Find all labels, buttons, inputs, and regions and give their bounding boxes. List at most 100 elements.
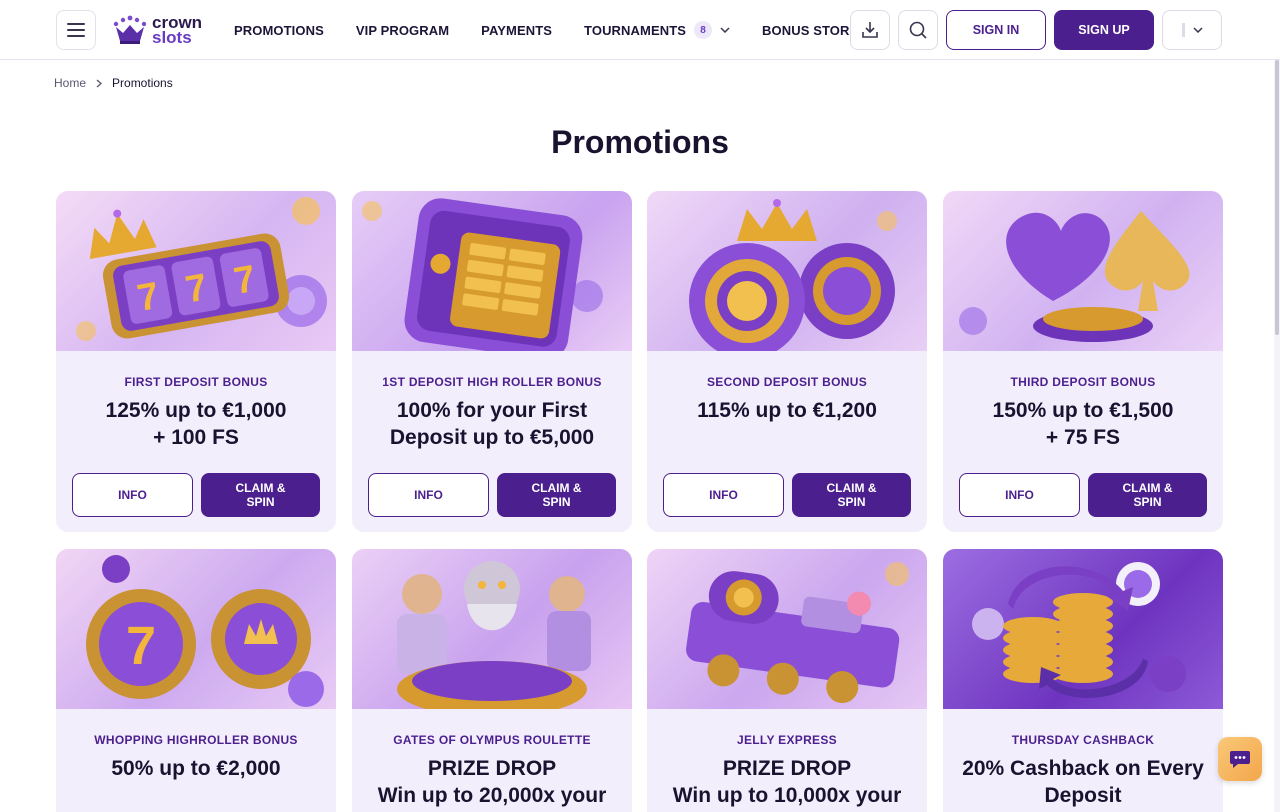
claim-line-1: CLAIM & — [235, 481, 286, 495]
search-icon — [909, 21, 927, 39]
train-icon[interactable] — [647, 549, 927, 709]
claim-line-1: CLAIM & — [1122, 481, 1173, 495]
search-button[interactable] — [898, 10, 938, 50]
promo-card-high-roller: 1ST DEPOSIT HIGH ROLLER BONUS 100% for y… — [352, 191, 632, 532]
promo-card-whopping-highroller: 7 WHOPPING HIGHROLLER BONUS 50% up to €2… — [56, 549, 336, 812]
promo-card-body: FIRST DEPOSIT BONUS 125% up to €1,000 + … — [56, 351, 336, 451]
site-header: crown slots PROMOTIONS VIP PROGRAM PAYME… — [0, 0, 1280, 60]
info-button[interactable]: INFO — [368, 473, 489, 517]
nav-bonus-store[interactable]: BONUS STORE — [762, 23, 858, 38]
tournaments-count-badge: 8 — [694, 21, 713, 39]
breadcrumb-home-link[interactable]: Home — [54, 76, 86, 90]
promo-label: THURSDAY CASHBACK — [1011, 733, 1155, 747]
gold-vault-icon[interactable] — [352, 191, 632, 351]
promo-title-line-1: 50% up to €2,000 — [111, 757, 281, 780]
promo-title-line-1: 100% for your First — [396, 399, 588, 422]
claim-and-spin-button[interactable]: CLAIM & SPIN — [201, 473, 320, 517]
promo-label: FIRST DEPOSIT BONUS — [124, 375, 268, 389]
promo-title: 115% up to €1,200 — [647, 397, 927, 424]
promo-card-body: SECOND DEPOSIT BONUS 115% up to €1,200 — [647, 351, 927, 424]
promo-label: SECOND DEPOSIT BONUS — [706, 375, 868, 389]
promo-title: 125% up to €1,000 + 100 FS — [56, 397, 336, 451]
promo-title-line-2: + 100 FS — [153, 426, 239, 449]
promo-title-line-2: Deposit up to €5,000 — [389, 426, 595, 449]
promo-label: THIRD DEPOSIT BONUS — [1010, 375, 1156, 389]
promo-title: 100% for your First Deposit up to €5,000 — [352, 397, 632, 451]
promo-card-third-deposit: THIRD DEPOSIT BONUS 150% up to €1,500 + … — [943, 191, 1223, 532]
breadcrumb: Home Promotions — [54, 76, 173, 90]
logo-wordmark: crown slots — [152, 14, 202, 46]
promo-title: 150% up to €1,500 + 75 FS — [943, 397, 1223, 451]
promo-actions: INFO CLAIM & SPIN — [663, 473, 911, 517]
promo-card-jelly-express: JELLY EXPRESS PRIZE DROP Win up to 10,00… — [647, 549, 927, 812]
nav-vip-program[interactable]: VIP PROGRAM — [356, 23, 449, 38]
promo-label: GATES OF OLYMPUS ROULETTE — [393, 733, 591, 747]
claim-and-spin-button[interactable]: CLAIM & SPIN — [497, 473, 616, 517]
info-button[interactable]: INFO — [663, 473, 784, 517]
promo-card-body: THURSDAY CASHBACK 20% Cashback on Every … — [943, 709, 1223, 809]
crownslots-logo[interactable]: crown slots — [112, 13, 202, 47]
olympus-roulette-icon[interactable] — [352, 549, 632, 709]
promo-card-body: JELLY EXPRESS PRIZE DROP Win up to 10,00… — [647, 709, 927, 809]
svg-text:7: 7 — [126, 616, 156, 676]
promo-card-body: WHOPPING HIGHROLLER BONUS 50% up to €2,0… — [56, 709, 336, 782]
promo-title-line-2: Win up to 20,000x your — [377, 784, 607, 807]
promo-title-line-1: PRIZE DROP — [427, 757, 557, 780]
scrollbar-thumb[interactable] — [1275, 60, 1279, 335]
promo-label: 1ST DEPOSIT HIGH ROLLER BONUS — [382, 375, 602, 389]
promo-title-line-2: Deposit — [1044, 784, 1122, 807]
sign-in-button[interactable]: SIGN IN — [946, 10, 1046, 50]
promo-title-line-1: 125% up to €1,000 — [105, 399, 287, 422]
promo-title: 20% Cashback on Every Deposit — [943, 755, 1223, 809]
promo-title: 50% up to €2,000 — [56, 755, 336, 782]
hamburger-menu-button[interactable] — [56, 10, 96, 50]
breadcrumb-current: Promotions — [112, 76, 173, 90]
nav-tournaments-label: TOURNAMENTS — [584, 22, 687, 38]
claim-line-2: SPIN — [246, 495, 275, 509]
nav-tournaments[interactable]: TOURNAMENTS 8 — [584, 21, 730, 39]
crown-logo-icon — [113, 15, 147, 44]
info-button[interactable]: INFO — [959, 473, 1080, 517]
chat-icon — [1230, 751, 1250, 768]
download-app-button[interactable] — [850, 10, 890, 50]
coins-cashback-icon[interactable] — [943, 549, 1223, 709]
heart-spade-icon[interactable] — [943, 191, 1223, 351]
promo-title: PRIZE DROP Win up to 10,000x your — [647, 755, 927, 809]
claim-and-spin-button[interactable]: CLAIM & SPIN — [792, 473, 911, 517]
menu-icon — [67, 23, 85, 37]
main-nav: PROMOTIONS VIP PROGRAM PAYMENTS TOURNAME… — [234, 0, 890, 60]
promo-card-thursday-cashback: THURSDAY CASHBACK 20% Cashback on Every … — [943, 549, 1223, 812]
claim-line-1: CLAIM & — [826, 481, 877, 495]
golden-balls-icon[interactable]: 7 — [56, 549, 336, 709]
promo-card-body: 1ST DEPOSIT HIGH ROLLER BONUS 100% for y… — [352, 351, 632, 451]
promo-actions: INFO CLAIM & SPIN — [368, 473, 616, 517]
chevron-right-icon — [96, 78, 103, 88]
info-button[interactable]: INFO — [72, 473, 193, 517]
language-selector[interactable] — [1162, 10, 1222, 50]
promo-actions: INFO CLAIM & SPIN — [72, 473, 320, 517]
chevron-down-icon — [720, 27, 730, 33]
crown-chips-icon[interactable] — [647, 191, 927, 351]
promo-title-line-1: PRIZE DROP — [722, 757, 852, 780]
promo-label: JELLY EXPRESS — [737, 733, 837, 747]
promo-card-body: THIRD DEPOSIT BONUS 150% up to €1,500 + … — [943, 351, 1223, 451]
nav-promotions[interactable]: PROMOTIONS — [234, 23, 324, 38]
claim-line-2: SPIN — [1133, 495, 1162, 509]
nav-payments[interactable]: PAYMENTS — [481, 23, 552, 38]
promo-title-line-1: 115% up to €1,200 — [697, 399, 877, 422]
claim-line-1: CLAIM & — [531, 481, 582, 495]
page-scrollbar[interactable] — [1274, 60, 1280, 812]
chevron-down-icon — [1192, 27, 1203, 33]
promo-actions: INFO CLAIM & SPIN — [959, 473, 1207, 517]
claim-line-2: SPIN — [837, 495, 866, 509]
promo-card-first-deposit: 7 7 7 FIRST DEPOSIT BONUS 125% up to €1,… — [56, 191, 336, 532]
sign-up-button[interactable]: SIGN UP — [1054, 10, 1154, 50]
claim-line-2: SPIN — [542, 495, 571, 509]
promo-card-body: GATES OF OLYMPUS ROULETTE PRIZE DROP Win… — [352, 709, 632, 809]
claim-and-spin-button[interactable]: CLAIM & SPIN — [1088, 473, 1207, 517]
promo-card-second-deposit: SECOND DEPOSIT BONUS 115% up to €1,200 I… — [647, 191, 927, 532]
slot-777-crown-icon[interactable]: 7 7 7 — [56, 191, 336, 351]
download-icon — [862, 22, 878, 38]
live-chat-button[interactable] — [1218, 737, 1262, 781]
promo-title-line-2: + 75 FS — [1045, 426, 1121, 449]
